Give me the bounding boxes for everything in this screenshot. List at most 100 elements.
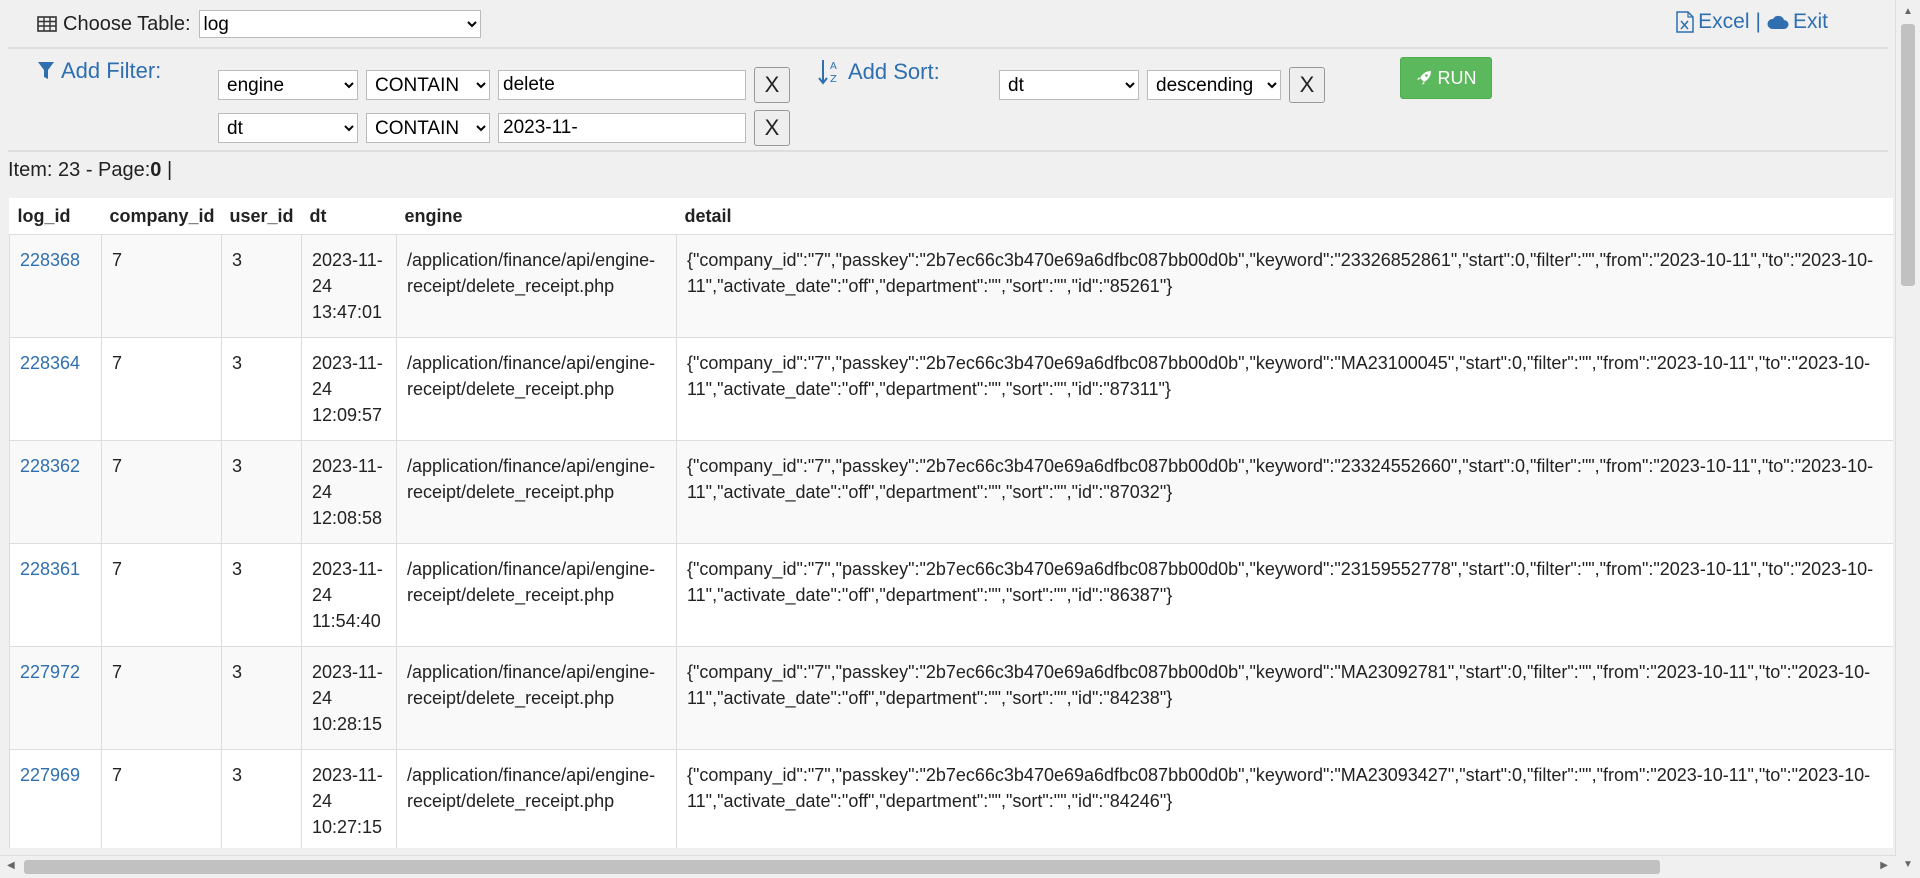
excel-link[interactable]: Excel [1676,10,1750,34]
cell-log-id: 228364 [9,337,102,441]
cell-log-id: 228362 [9,440,102,544]
filter-row: dt CONTAIN X [218,110,790,146]
remove-sort-button[interactable]: X [1289,67,1325,103]
data-table-wrapper: log_id company_id user_id dt engine deta… [9,198,1893,848]
scroll-down-icon[interactable]: ▼ [1903,859,1913,870]
cell-engine: /application/finance/api/engine-receipt/… [396,646,677,750]
table-row: 228368 7 3 2023-11-24 13:47:01 /applicat… [9,234,1893,338]
filter-value-input[interactable] [498,70,746,100]
table-select[interactable]: log [198,10,481,38]
cell-dt: 2023-11-24 13:47:01 [301,234,397,338]
run-label: RUN [1437,67,1477,88]
rocket-icon [1416,71,1431,85]
horizontal-scroll-thumb[interactable] [24,860,1660,874]
filter-field-select[interactable]: engine [218,70,358,100]
log-id-link[interactable]: 228364 [20,353,80,373]
filter-operator-select[interactable]: CONTAIN [366,113,490,143]
cell-detail: {"company_id":"7","passkey":"2b7ec66c3b4… [676,337,1893,441]
cell-company-id: 7 [101,543,222,647]
column-header-user-id[interactable]: user_id [221,198,302,235]
table-row: 228362 7 3 2023-11-24 12:08:58 /applicat… [9,440,1893,544]
choose-table-label: Choose Table: [63,12,191,35]
cell-log-id: 228368 [9,234,102,338]
sort-field-select[interactable]: dt [999,70,1139,100]
scroll-right-icon[interactable]: ▶ [1880,860,1888,871]
excel-label: Excel [1698,10,1750,33]
add-sort[interactable]: A Z Add Sort: [818,58,940,86]
filter-row: engine CONTAIN X [218,67,790,103]
table-row: 228364 7 3 2023-11-24 12:09:57 /applicat… [9,337,1893,441]
cell-company-id: 7 [101,440,222,544]
table-icon [37,16,57,32]
vertical-scrollbar[interactable]: ▲ ▼ [1895,0,1920,878]
cell-dt: 2023-11-24 11:54:40 [301,543,397,647]
current-page[interactable]: 0 [150,159,161,181]
cell-engine: /application/finance/api/engine-receipt/… [396,440,677,544]
column-header-detail[interactable]: detail [676,198,1893,235]
cell-dt: 2023-11-24 10:27:15 [301,749,397,848]
cell-user-id: 3 [221,440,302,544]
cell-engine: /application/finance/api/engine-receipt/… [396,337,677,441]
vertical-scroll-thumb[interactable] [1901,24,1915,286]
table-row: 227969 7 3 2023-11-24 10:27:15 /applicat… [9,749,1893,848]
header-separator: | [1755,10,1761,33]
header-actions: Excel | Exit [1676,10,1828,34]
cell-user-id: 3 [221,234,302,338]
cell-dt: 2023-11-24 12:09:57 [301,337,397,441]
column-header-log-id[interactable]: log_id [9,198,102,235]
cell-engine: /application/finance/api/engine-receipt/… [396,543,677,647]
log-id-link[interactable]: 228362 [20,456,80,476]
scroll-left-icon[interactable]: ◀ [7,860,15,871]
pagination-separator: | [161,159,173,181]
exit-link[interactable]: Exit [1767,10,1828,34]
cell-detail: {"company_id":"7","passkey":"2b7ec66c3b4… [676,440,1893,544]
data-table: log_id company_id user_id dt engine deta… [9,198,1893,848]
table-header-row: log_id company_id user_id dt engine deta… [9,198,1893,235]
cell-user-id: 3 [221,646,302,750]
divider [8,150,1888,152]
cell-dt: 2023-11-24 12:08:58 [301,440,397,544]
column-header-dt[interactable]: dt [301,198,397,235]
remove-filter-button[interactable]: X [754,67,790,103]
scroll-up-icon[interactable]: ▲ [1903,6,1913,17]
cell-dt: 2023-11-24 10:28:15 [301,646,397,750]
svg-text:A: A [830,61,837,72]
table-row: 228361 7 3 2023-11-24 11:54:40 /applicat… [9,543,1893,647]
cell-detail: {"company_id":"7","passkey":"2b7ec66c3b4… [676,646,1893,750]
log-id-link[interactable]: 228361 [20,559,80,579]
cell-log-id: 227969 [9,749,102,848]
filter-field-select[interactable]: dt [218,113,358,143]
cell-log-id: 228361 [9,543,102,647]
log-id-link[interactable]: 227972 [20,662,80,682]
filter-value-input[interactable] [498,113,746,143]
top-bar: Choose Table: log Excel | Exit [0,0,1890,48]
cell-company-id: 7 [101,234,222,338]
run-button[interactable]: RUN [1400,57,1492,99]
log-id-link[interactable]: 227969 [20,765,80,785]
cloud-icon [1767,15,1789,29]
column-header-company-id[interactable]: company_id [101,198,222,235]
horizontal-scrollbar[interactable]: ◀ ▶ [0,855,1896,878]
table-row: 227972 7 3 2023-11-24 10:28:15 /applicat… [9,646,1893,750]
add-filter[interactable]: Add Filter: [37,58,161,84]
sort-alpha-icon: A Z [818,60,837,85]
sort-direction-select[interactable]: descending [1147,70,1281,100]
log-id-link[interactable]: 228368 [20,250,80,270]
cell-detail: {"company_id":"7","passkey":"2b7ec66c3b4… [676,543,1893,647]
exit-label: Exit [1792,10,1828,33]
pagination-info: Item: 23 - Page:0 | [8,159,172,182]
cell-detail: {"company_id":"7","passkey":"2b7ec66c3b4… [676,234,1893,338]
add-filter-label: Add Filter: [61,58,162,83]
cell-company-id: 7 [101,646,222,750]
svg-text:Z: Z [830,74,837,85]
divider [8,47,1888,49]
filter-icon [38,62,54,79]
cell-user-id: 3 [221,337,302,441]
filter-operator-select[interactable]: CONTAIN [366,70,490,100]
cell-company-id: 7 [101,749,222,848]
sort-row: dt descending X [999,67,1325,103]
excel-icon [1676,11,1694,33]
column-header-engine[interactable]: engine [396,198,677,235]
cell-detail: {"company_id":"7","passkey":"2b7ec66c3b4… [676,749,1893,848]
remove-filter-button[interactable]: X [754,110,790,146]
